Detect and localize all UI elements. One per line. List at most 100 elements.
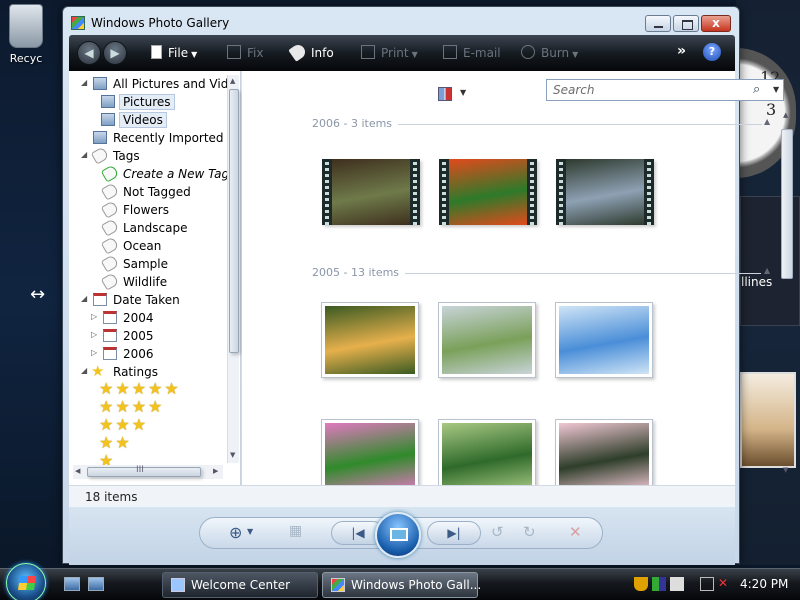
- delete-icon[interactable]: ✕: [569, 523, 582, 541]
- file-menu-button[interactable]: File ▼: [151, 45, 197, 60]
- search-input[interactable]: Search: [553, 83, 595, 97]
- toolbar-overflow-button[interactable]: »: [677, 43, 686, 59]
- rotate-clockwise-icon[interactable]: ↻: [523, 523, 536, 541]
- back-button[interactable]: ◀: [77, 41, 101, 65]
- taskbar-welcome-center[interactable]: Welcome Center: [162, 572, 318, 598]
- navigation-pane: ◢ All Pictures and Videos Pictures Video…: [69, 71, 241, 485]
- thumbnail-bear-video[interactable]: [322, 159, 420, 225]
- rotate-counterclockwise-icon[interactable]: ↺: [491, 523, 504, 541]
- monitor-icon[interactable]: [700, 577, 714, 591]
- actual-size-icon[interactable]: ▦: [289, 523, 302, 539]
- show-desktop-icon[interactable]: [64, 577, 80, 591]
- content-vertical-scrollbar[interactable]: ▲ ▼: [780, 111, 794, 481]
- forward-button[interactable]: ▶: [103, 41, 127, 65]
- zoom-icon[interactable]: ⊕: [229, 523, 242, 542]
- tree-item-create-tag[interactable]: Create a New Tag: [69, 164, 227, 183]
- rating-list: ★★★★★ ★★★★ ★★★ ★★ ★: [69, 379, 227, 465]
- thumbnail-forest-path[interactable]: [438, 419, 536, 495]
- email-button[interactable]: E-mail: [443, 45, 501, 60]
- close-button[interactable]: x: [701, 15, 731, 32]
- tree-item-tag-sample[interactable]: Sample: [69, 254, 227, 273]
- thumbnail-creek[interactable]: [438, 302, 536, 378]
- scroll-right-arrow-icon[interactable]: ▶: [213, 467, 218, 475]
- expand-arrow-icon: ◢: [81, 366, 88, 375]
- rating-4-stars[interactable]: ★★★★: [99, 397, 164, 416]
- tree-item-not-tagged[interactable]: Not Tagged: [69, 182, 227, 201]
- scroll-grip: III: [136, 465, 144, 475]
- rating-1-star[interactable]: ★: [99, 451, 115, 465]
- tree-item-recently-imported[interactable]: Recently Imported: [69, 129, 227, 147]
- search-icon[interactable]: ⌕: [753, 82, 760, 97]
- nav-horizontal-scrollbar[interactable]: ◀ III ▶: [73, 465, 223, 479]
- tree-item-tag-ocean[interactable]: Ocean: [69, 236, 227, 255]
- nav-hscroll-thumb[interactable]: III: [87, 465, 201, 477]
- recycle-bin-desktop-icon[interactable]: Recyc: [4, 4, 48, 65]
- chevron-down-icon[interactable]: ▼: [247, 527, 253, 536]
- tag-icon: [100, 254, 120, 273]
- content-scroll-thumb[interactable]: [781, 129, 793, 279]
- thumbnail-butterfly-video[interactable]: [439, 159, 537, 225]
- thumbnail-pane: ▼ Search ⌕ ▼ 2006 - 3 items ▲ 2005 - 13 …: [242, 71, 793, 495]
- start-button[interactable]: [6, 563, 46, 600]
- volume-muted-icon[interactable]: ✕: [718, 577, 732, 591]
- expand-arrow-icon: ◢: [81, 294, 88, 303]
- tree-item-year-2004[interactable]: ▷ 2004: [69, 309, 227, 327]
- group-header-2006[interactable]: 2006 - 3 items ▲: [312, 117, 770, 131]
- tree-item-videos[interactable]: Videos: [69, 111, 227, 129]
- tree-item-all-pictures[interactable]: ◢ All Pictures and Videos: [69, 75, 227, 93]
- collapse-group-icon[interactable]: ▲: [764, 266, 770, 275]
- tree-item-label: Wildlife: [123, 275, 168, 289]
- taskbar-clock[interactable]: 4:20 PM: [740, 577, 788, 591]
- nav-scroll-thumb[interactable]: [229, 89, 239, 353]
- chevron-down-icon: ▼: [460, 88, 467, 97]
- rating-2-stars[interactable]: ★★: [99, 433, 132, 452]
- minimize-button[interactable]: [645, 15, 671, 32]
- welcome-center-icon: [171, 578, 185, 592]
- thumbnail-ocean-dock[interactable]: [555, 302, 653, 378]
- scroll-left-arrow-icon[interactable]: ◀: [75, 467, 80, 475]
- tag-icon: [90, 146, 110, 165]
- network-status-icon[interactable]: [652, 577, 666, 591]
- tree-item-tag-wildlife[interactable]: Wildlife: [69, 272, 227, 291]
- scroll-up-arrow-icon[interactable]: ▲: [230, 77, 235, 85]
- collapse-group-icon[interactable]: ▲: [764, 117, 770, 126]
- burn-button[interactable]: Burn ▼: [521, 45, 578, 60]
- switch-windows-icon[interactable]: [88, 577, 104, 591]
- tree-item-year-2006[interactable]: ▷ 2006: [69, 345, 227, 363]
- tree-item-tag-landscape[interactable]: Landscape: [69, 218, 227, 237]
- tree-item-pictures[interactable]: Pictures: [69, 93, 227, 111]
- tree-item-year-2005[interactable]: ▷ 2005: [69, 327, 227, 345]
- fix-button[interactable]: Fix: [227, 45, 263, 60]
- view-options-button[interactable]: ▼: [438, 86, 468, 102]
- status-bar: 18 items: [69, 485, 735, 507]
- print-button[interactable]: Print ▼: [361, 45, 418, 60]
- tree-item-tag-flowers[interactable]: Flowers: [69, 200, 227, 219]
- tree-item-tags[interactable]: ◢ Tags: [69, 146, 227, 165]
- email-icon: [443, 45, 457, 59]
- help-button[interactable]: ?: [703, 43, 721, 61]
- taskbar-photo-gallery[interactable]: Windows Photo Gall...: [322, 572, 481, 598]
- scroll-down-arrow-icon[interactable]: ▼: [230, 451, 235, 459]
- rating-5-stars[interactable]: ★★★★★: [99, 379, 181, 398]
- play-slideshow-button[interactable]: [375, 512, 421, 558]
- playback-controls: ⊕ ▼ ▦ |◀ ▶| ↺ ↻ ✕: [69, 507, 735, 565]
- thumbnail-autumn-tree[interactable]: [321, 302, 419, 378]
- photo-gallery-window: Windows Photo Gallery x ◀ ▶ File ▼ Fix In…: [62, 6, 793, 565]
- thumbnail-frangipani[interactable]: [555, 419, 653, 495]
- print-label: Print: [381, 46, 409, 60]
- search-box[interactable]: Search ⌕ ▼: [546, 79, 784, 101]
- thumbnail-lake-video[interactable]: [556, 159, 654, 225]
- updates-icon[interactable]: [670, 577, 684, 591]
- scroll-up-arrow-icon[interactable]: ▲: [783, 111, 788, 119]
- info-button[interactable]: Info: [288, 42, 334, 62]
- security-shield-icon[interactable]: [634, 577, 648, 591]
- maximize-button[interactable]: [673, 15, 699, 32]
- nav-vertical-scrollbar[interactable]: ▲ ▼: [227, 75, 239, 463]
- tree-item-date-taken[interactable]: ◢ Date Taken: [69, 291, 227, 309]
- group-header-2005[interactable]: 2005 - 13 items ▲: [312, 266, 770, 280]
- scroll-down-arrow-icon[interactable]: ▼: [783, 466, 788, 474]
- chevron-down-icon[interactable]: ▼: [773, 85, 779, 94]
- thumbnail-pink-flowers[interactable]: [321, 419, 419, 495]
- next-button[interactable]: ▶|: [427, 521, 481, 545]
- rating-3-stars[interactable]: ★★★: [99, 415, 148, 434]
